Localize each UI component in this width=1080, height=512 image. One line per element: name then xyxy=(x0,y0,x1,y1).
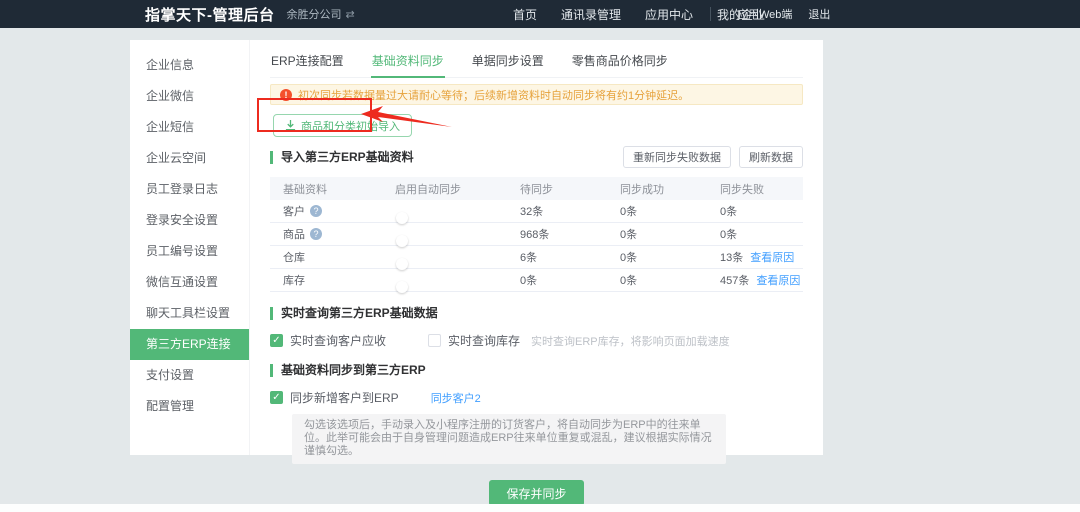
row-label: 商品 xyxy=(283,226,305,242)
sidebar-item-config-management[interactable]: 配置管理 xyxy=(130,391,249,422)
success-count: 0条 xyxy=(607,249,707,265)
nav-contacts[interactable]: 通讯录管理 xyxy=(561,6,621,23)
realtime-checkbox-row: ✓ 实时查询客户应收 实时查询库存 实时查询ERP库存，将影响页面加载速度 xyxy=(270,332,803,349)
row-label: 客户 xyxy=(283,203,305,219)
sidebar-item-enterprise-info[interactable]: 企业信息 xyxy=(130,50,249,81)
sync-to-erp-section-title: 基础资料同步到第三方ERP xyxy=(270,364,803,377)
sidebar-item-third-party-erp[interactable]: 第三方ERP连接 xyxy=(130,329,249,360)
sidebar-item-employee-number[interactable]: 员工编号设置 xyxy=(130,236,249,267)
refresh-data-button[interactable]: 刷新数据 xyxy=(739,146,803,168)
view-reason-link[interactable]: 查看原因 xyxy=(750,249,794,265)
save-and-sync-button[interactable]: 保存并同步 xyxy=(489,480,583,506)
success-count: 0条 xyxy=(607,272,707,288)
top-right-nav: 应用Web端 退出 xyxy=(737,0,830,28)
checkbox-realtime-stock[interactable] xyxy=(428,334,441,347)
nav-app-center[interactable]: 应用中心 xyxy=(645,6,693,23)
row-label: 仓库 xyxy=(283,249,305,265)
checkbox-sync-new-customers[interactable]: ✓ xyxy=(270,391,283,404)
realtime-stock-note: 实时查询ERP库存，将影响页面加载速度 xyxy=(531,333,730,349)
pending-count: 0条 xyxy=(507,272,607,288)
sidebar-item-login-security[interactable]: 登录安全设置 xyxy=(130,205,249,236)
page: 指掌天下-管理后台 余胜分公司 ⇄ 首页 通讯录管理 应用中心 我的企业 应用W… xyxy=(0,0,1080,512)
sidebar-item-chat-toolbar[interactable]: 聊天工具栏设置 xyxy=(130,298,249,329)
nav-home[interactable]: 首页 xyxy=(513,6,537,23)
logout-link[interactable]: 退出 xyxy=(808,6,830,22)
tab-retail-price-sync[interactable]: 零售商品价格同步 xyxy=(571,50,669,77)
alert-text: 初次同步若数据量过大请耐心等待；后续新增资料时自动同步将有约1分钟延迟。 xyxy=(298,87,689,103)
table-row-customer: 客户? 32条 0条 0条 xyxy=(270,200,803,223)
import-section-title: 导入第三方ERP基础资料 xyxy=(270,151,414,164)
top-nav: 首页 通讯录管理 应用中心 我的企业 xyxy=(513,0,765,28)
sidebar-item-payment-settings[interactable]: 支付设置 xyxy=(130,360,249,391)
col-pending: 待同步 xyxy=(507,181,607,197)
sidebar-item-wechat-interop[interactable]: 微信互通设置 xyxy=(130,267,249,298)
success-count: 0条 xyxy=(607,203,707,219)
checkbox-realtime-stock-label: 实时查询库存 xyxy=(448,332,520,349)
company-switcher[interactable]: 余胜分公司 ⇄ xyxy=(287,6,355,22)
download-icon xyxy=(285,120,296,131)
row-label: 库存 xyxy=(283,272,305,288)
company-name: 余胜分公司 xyxy=(287,6,342,22)
sync-warning-note: 勾选该选项后，手动录入及小程序注册的订货客户，将自动同步为ERP中的往来单位。此… xyxy=(292,414,726,464)
table-header-row: 基础资料 启用自动同步 待同步 同步成功 同步失败 xyxy=(270,177,803,200)
col-success: 同步成功 xyxy=(607,181,707,197)
sidebar-item-enterprise-sms[interactable]: 企业短信 xyxy=(130,112,249,143)
failed-count: 0条 xyxy=(720,226,737,242)
bottom-strip xyxy=(0,504,1080,512)
checkbox-realtime-receivable-label: 实时查询客户应收 xyxy=(290,332,386,349)
switch-company-icon: ⇄ xyxy=(346,8,355,21)
app-title: 指掌天下-管理后台 xyxy=(145,4,275,25)
sidebar-item-login-log[interactable]: 员工登录日志 xyxy=(130,174,249,205)
help-icon[interactable]: ? xyxy=(310,205,322,217)
checkbox-sync-new-customers-label: 同步新增客户到ERP xyxy=(290,389,399,406)
help-icon[interactable]: ? xyxy=(310,228,322,240)
pending-count: 968条 xyxy=(507,226,607,242)
tab-basic-data-sync[interactable]: 基础资料同步 xyxy=(371,50,445,78)
view-reason-link[interactable]: 查看原因 xyxy=(756,272,800,288)
warning-icon: ! xyxy=(280,89,292,101)
table-actions: 重新同步失败数据 刷新数据 xyxy=(623,146,803,168)
sidebar: 企业信息 企业微信 企业短信 企业云空间 员工登录日志 登录安全设置 员工编号设… xyxy=(130,40,250,455)
top-header: 指掌天下-管理后台 余胜分公司 ⇄ 首页 通讯录管理 应用中心 我的企业 应用W… xyxy=(0,0,1080,28)
failed-count: 457条 xyxy=(720,272,749,288)
sync-table: 基础资料 启用自动同步 待同步 同步成功 同步失败 客户? 32条 0条 0条 … xyxy=(270,177,803,292)
success-count: 0条 xyxy=(607,226,707,242)
col-basic-data: 基础资料 xyxy=(270,181,382,197)
import-section-header: 导入第三方ERP基础资料 重新同步失败数据 刷新数据 xyxy=(270,146,803,168)
pending-count: 6条 xyxy=(507,249,607,265)
checkbox-realtime-receivable[interactable]: ✓ xyxy=(270,334,283,347)
sidebar-item-enterprise-wechat[interactable]: 企业微信 xyxy=(130,81,249,112)
realtime-section-title: 实时查询第三方ERP基础数据 xyxy=(270,307,803,320)
web-app-link[interactable]: 应用Web端 xyxy=(737,6,792,22)
content-wrapper: 企业信息 企业微信 企业短信 企业云空间 员工登录日志 登录安全设置 员工编号设… xyxy=(130,40,823,455)
initial-import-label: 商品和分类初始导入 xyxy=(301,118,400,134)
table-row-warehouse: 仓库 6条 0条 13条查看原因 xyxy=(270,246,803,269)
nav-divider xyxy=(710,7,711,21)
tab-order-sync-settings[interactable]: 单据同步设置 xyxy=(471,50,545,77)
sidebar-item-cloud-space[interactable]: 企业云空间 xyxy=(130,143,249,174)
failed-count: 0条 xyxy=(720,203,737,219)
pending-count: 32条 xyxy=(507,203,607,219)
sync-delay-alert: ! 初次同步若数据量过大请耐心等待；后续新增资料时自动同步将有约1分钟延迟。 xyxy=(270,84,803,105)
col-auto-sync: 启用自动同步 xyxy=(382,181,507,197)
main-panel: ERP连接配置 基础资料同步 单据同步设置 零售商品价格同步 ! 初次同步若数据… xyxy=(250,40,823,455)
initial-import-button[interactable]: 商品和分类初始导入 xyxy=(273,114,412,137)
table-row-product: 商品? 968条 0条 0条 xyxy=(270,223,803,246)
table-row-stock: 库存 0条 0条 457条查看原因 xyxy=(270,269,803,292)
col-failed: 同步失败 xyxy=(707,181,803,197)
sync-to-erp-checkbox-row: ✓ 同步新增客户到ERP 同步客户2 xyxy=(270,389,803,406)
tab-erp-connection[interactable]: ERP连接配置 xyxy=(270,50,345,77)
failed-count: 13条 xyxy=(720,249,743,265)
tab-bar: ERP连接配置 基础资料同步 单据同步设置 零售商品价格同步 xyxy=(270,50,803,78)
retry-failed-sync-button[interactable]: 重新同步失败数据 xyxy=(623,146,731,168)
sync-customer-link[interactable]: 同步客户2 xyxy=(431,390,481,406)
